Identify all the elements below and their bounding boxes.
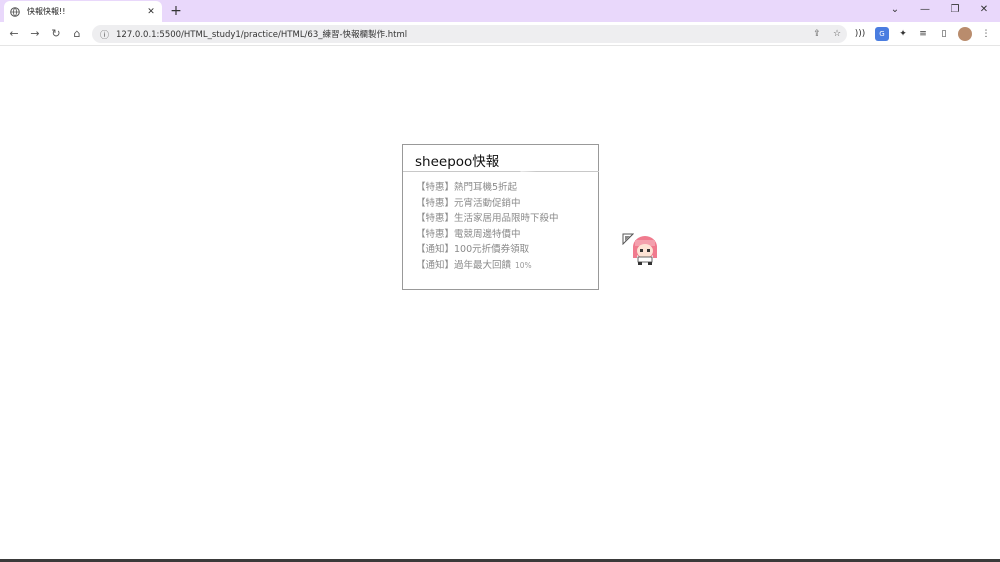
home-button[interactable]: ⌂ bbox=[69, 26, 85, 42]
read-aloud-icon[interactable]: ))) bbox=[853, 27, 867, 41]
menu-kebab-icon[interactable]: ⋮ bbox=[979, 27, 993, 41]
tab-title: 快報快報!! bbox=[27, 7, 66, 16]
extensions-puzzle-icon[interactable]: ✦ bbox=[896, 27, 910, 41]
news-item[interactable]: 【特惠】電競周邊特價中 bbox=[416, 227, 559, 243]
tab-search-icon[interactable]: ⌄ bbox=[884, 2, 906, 18]
share-icon[interactable]: ⇪ bbox=[807, 29, 827, 39]
side-panel-icon[interactable]: ▯ bbox=[937, 27, 951, 41]
forward-button[interactable]: → bbox=[27, 26, 43, 42]
news-list: 【特惠】熱門耳機5折起 【特惠】元宵活動促銷中 【特惠】生活家居用品限時下殺中 … bbox=[416, 180, 559, 274]
minimize-button[interactable]: — bbox=[914, 2, 936, 18]
panel-divider bbox=[403, 171, 599, 172]
new-tab-button[interactable]: + bbox=[168, 3, 184, 19]
globe-icon bbox=[10, 6, 20, 17]
browser-tab[interactable]: 快報快報!! ✕ bbox=[4, 1, 162, 22]
translate-extension-icon[interactable]: G bbox=[875, 27, 889, 41]
back-button[interactable]: ← bbox=[6, 26, 22, 42]
tab-close-icon[interactable]: ✕ bbox=[146, 7, 156, 17]
site-info-icon[interactable]: ⓘ bbox=[100, 28, 112, 41]
tab-strip: 快報快報!! ✕ + ⌄ — ❐ ✕ bbox=[0, 0, 1000, 22]
browser-toolbar: ← → ↻ ⌂ ⓘ 127.0.0.1:5500/HTML_study1/pra… bbox=[0, 22, 1000, 46]
news-item[interactable]: 【特惠】生活家居用品限時下殺中 bbox=[416, 211, 559, 227]
pink-hair-character-sprite bbox=[630, 234, 660, 266]
url-text[interactable]: 127.0.0.1:5500/HTML_study1/practice/HTML… bbox=[116, 28, 807, 40]
news-item[interactable]: 【通知】過年最大回饋 10% bbox=[416, 258, 559, 274]
news-item[interactable]: 【特惠】元宵活動促銷中 bbox=[416, 196, 559, 212]
restore-button[interactable]: ❐ bbox=[944, 2, 966, 18]
news-panel: sheepoo快報 【特惠】熱門耳機5折起 【特惠】元宵活動促銷中 【特惠】生活… bbox=[402, 144, 599, 290]
news-item[interactable]: 【特惠】熱門耳機5折起 bbox=[416, 180, 559, 196]
profile-avatar[interactable] bbox=[958, 27, 972, 41]
news-item[interactable]: 【通知】100元折價券領取 bbox=[416, 242, 559, 258]
news-item-suffix: 10% bbox=[515, 260, 532, 270]
close-window-button[interactable]: ✕ bbox=[973, 2, 995, 18]
reload-button[interactable]: ↻ bbox=[48, 26, 64, 42]
panel-title: sheepoo快報 bbox=[415, 154, 500, 170]
reading-list-icon[interactable]: ≡ bbox=[916, 27, 930, 41]
address-bar[interactable]: ⓘ 127.0.0.1:5500/HTML_study1/practice/HT… bbox=[92, 25, 847, 43]
bookmark-star-icon[interactable]: ☆ bbox=[827, 29, 847, 39]
